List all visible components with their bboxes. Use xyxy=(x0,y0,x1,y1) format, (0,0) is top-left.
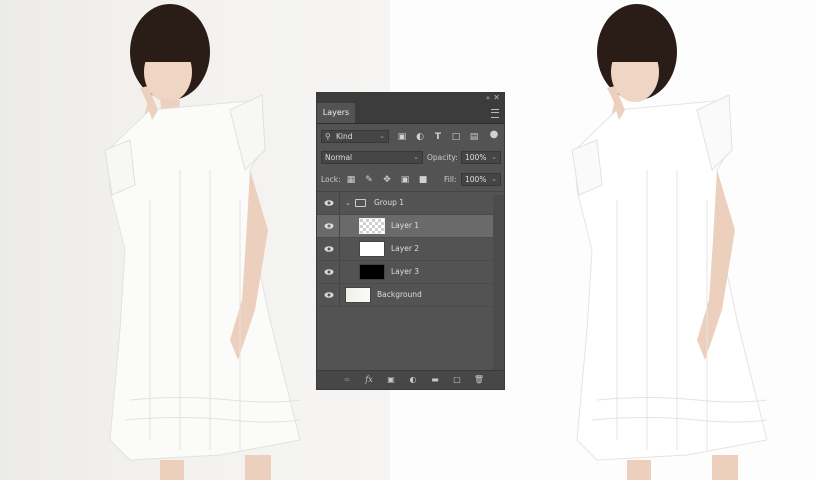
trash-icon[interactable]: 🗑 xyxy=(473,374,485,386)
lock-label: Lock: xyxy=(321,175,341,184)
blend-mode-value: Normal xyxy=(325,153,353,162)
layers-bottom-toolbar: ∞ fx ▣ ◐ ▬ □ 🗑 xyxy=(317,370,504,389)
chevron-down-icon: ⌄ xyxy=(413,153,419,161)
filter-kind-select[interactable]: ⚲ Kind ⌄ xyxy=(321,130,389,143)
link-layers-icon[interactable]: ∞ xyxy=(341,374,353,386)
eye-icon[interactable] xyxy=(324,290,334,300)
eye-icon[interactable] xyxy=(324,267,334,277)
new-layer-icon[interactable]: □ xyxy=(451,374,463,386)
lock-all-icon[interactable]: ■ xyxy=(417,174,429,186)
chevron-down-icon[interactable]: ⌄ xyxy=(345,192,351,214)
layer-name: Layer 2 xyxy=(391,244,420,253)
filter-toggle-icon[interactable]: ● xyxy=(488,129,500,141)
filter-row: ⚲ Kind ⌄ ▣ ◐ T □ ▤ ● xyxy=(317,129,504,145)
layer-thumbnail xyxy=(345,287,371,303)
layer-thumbnail xyxy=(359,218,385,234)
layer-row-layer-1[interactable]: Layer 1 xyxy=(317,215,493,238)
chevron-down-icon: ⌄ xyxy=(379,132,385,140)
adjustment-layer-filter-icon[interactable]: ◐ xyxy=(414,131,426,143)
layer-name: Layer 3 xyxy=(391,267,420,276)
fill-label: Fill: xyxy=(444,175,457,184)
filter-kind-value: Kind xyxy=(336,132,353,141)
layers-scrollbar[interactable] xyxy=(493,195,504,371)
blend-row: Normal ⌄ Opacity: 100% ⌄ xyxy=(317,150,504,166)
tab-layers[interactable]: Layers xyxy=(317,103,355,123)
panel-titlebar: « ✕ xyxy=(317,93,504,103)
layer-row-layer-2[interactable]: Layer 2 xyxy=(317,238,493,261)
add-mask-icon[interactable]: ▣ xyxy=(385,374,397,386)
eye-icon[interactable] xyxy=(324,221,334,231)
pixel-layer-filter-icon[interactable]: ▣ xyxy=(396,131,408,143)
opacity-value: 100% xyxy=(465,153,487,162)
search-icon: ⚲ xyxy=(325,132,331,141)
panel-menu-icon[interactable] xyxy=(491,109,499,118)
separator xyxy=(339,261,340,283)
fill-value: 100% xyxy=(465,175,487,184)
shape-layer-filter-icon[interactable]: □ xyxy=(450,131,462,143)
collapse-icon[interactable]: « xyxy=(486,93,490,103)
lock-image-brush-icon[interactable]: ✎ xyxy=(363,174,375,186)
layer-thumbnail xyxy=(359,241,385,257)
fx-icon[interactable]: fx xyxy=(363,374,375,386)
eye-icon[interactable] xyxy=(324,244,334,254)
panel-tabbar: Layers xyxy=(317,103,504,124)
lock-position-move-icon[interactable]: ✥ xyxy=(381,174,393,186)
separator xyxy=(339,192,340,214)
separator xyxy=(339,215,340,237)
lock-artboard-icon[interactable]: ▣ xyxy=(399,174,411,186)
fill-field[interactable]: 100% ⌄ xyxy=(461,173,501,186)
eye-icon[interactable] xyxy=(324,198,334,208)
close-icon[interactable]: ✕ xyxy=(493,93,500,103)
adjustment-layer-icon[interactable]: ◐ xyxy=(407,374,419,386)
type-layer-filter-icon[interactable]: T xyxy=(432,131,444,143)
opacity-field[interactable]: 100% ⌄ xyxy=(461,151,501,164)
folder-icon xyxy=(355,199,366,207)
new-group-icon[interactable]: ▬ xyxy=(429,374,441,386)
chevron-down-icon: ⌄ xyxy=(491,153,497,161)
lock-transparent-icon[interactable]: ▦ xyxy=(345,174,357,186)
layers-list: ⌄ Group 1 Layer 1 Layer 2 Layer 3 Backgr… xyxy=(317,191,504,374)
separator xyxy=(339,284,340,306)
layer-row-group-1[interactable]: ⌄ Group 1 xyxy=(317,192,493,215)
layer-thumbnail xyxy=(359,264,385,280)
opacity-label: Opacity: xyxy=(427,153,458,162)
layer-row-layer-3[interactable]: Layer 3 xyxy=(317,261,493,284)
layers-panel: « ✕ Layers ⚲ Kind ⌄ ▣ ◐ T □ ▤ ● Normal ⌄… xyxy=(316,92,505,390)
layer-row-background[interactable]: Background xyxy=(317,284,493,307)
separator xyxy=(339,238,340,260)
lock-row: Lock: ▦ ✎ ✥ ▣ ■ Fill: 100% ⌄ xyxy=(317,172,504,188)
layer-name: Background xyxy=(377,290,422,299)
smart-object-filter-icon[interactable]: ▤ xyxy=(468,131,480,143)
layer-name: Group 1 xyxy=(374,198,404,207)
blend-mode-select[interactable]: Normal ⌄ xyxy=(321,151,423,164)
layer-name: Layer 1 xyxy=(391,221,420,230)
chevron-down-icon: ⌄ xyxy=(491,175,497,183)
